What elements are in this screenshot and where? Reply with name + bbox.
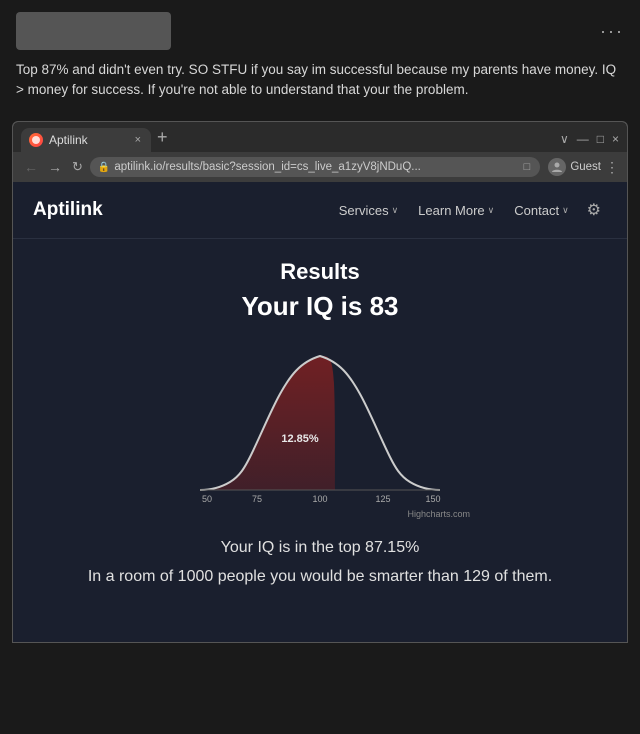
security-lock-icon: 🔒: [98, 162, 110, 173]
website-content: Aptilink Services ∨ Learn More ∨ Contact…: [13, 182, 627, 642]
tab-close-icon[interactable]: ×: [135, 134, 141, 146]
guest-label: Guest: [570, 161, 601, 173]
window-minimize-icon2[interactable]: —: [577, 132, 589, 146]
address-bar-row: ← → ↻ 🔒 aptilink.io/results/basic?sessio…: [13, 152, 627, 182]
bookmark-icon[interactable]: □: [524, 161, 531, 173]
tab-label: Aptilink: [49, 133, 129, 147]
site-navigation: Aptilink Services ∨ Learn More ∨ Contact…: [13, 182, 627, 239]
tab-bar: Aptilink × + ∨ — □ ×: [13, 122, 627, 152]
svg-text:100: 100: [312, 494, 327, 502]
window-restore-icon[interactable]: □: [597, 132, 604, 146]
svg-text:75: 75: [252, 494, 262, 502]
social-post: ··· Top 87% and didn't even try. SO STFU…: [0, 0, 640, 121]
forward-button[interactable]: →: [45, 157, 65, 177]
bell-curve-chart: 50 75 100 125 150 12.85% Highcharts.com: [170, 342, 470, 519]
contact-chevron-icon: ∨: [562, 205, 569, 216]
browser-chrome: Aptilink × + ∨ — □ × ← → ↻ 🔒 aptilink.io…: [13, 122, 627, 182]
avatar: [16, 12, 171, 50]
tab-favicon: [29, 133, 43, 147]
nav-services[interactable]: Services ∨: [331, 199, 406, 222]
results-title: Results: [33, 259, 607, 285]
results-top-percent: Your IQ is in the top 87.15%: [33, 539, 607, 557]
more-options-icon[interactable]: ···: [600, 21, 624, 42]
svg-text:150: 150: [425, 494, 440, 502]
address-bar[interactable]: 🔒 aptilink.io/results/basic?session_id=c…: [90, 157, 540, 177]
chart-svg: 50 75 100 125 150 12.85%: [170, 342, 470, 502]
post-header: ···: [16, 12, 624, 50]
nav-services-label: Services: [339, 203, 389, 218]
nav-contact-label: Contact: [514, 203, 559, 218]
nav-contact[interactable]: Contact ∨: [506, 199, 576, 222]
new-tab-button[interactable]: +: [153, 128, 174, 152]
learn-more-chevron-icon: ∨: [488, 205, 495, 216]
nav-learn-more[interactable]: Learn More ∨: [410, 199, 502, 222]
url-text: aptilink.io/results/basic?session_id=cs_…: [114, 161, 519, 173]
svg-text:12.85%: 12.85%: [281, 433, 319, 445]
post-text: Top 87% and didn't even try. SO STFU if …: [16, 60, 624, 99]
window-minimize-icon[interactable]: ∨: [560, 132, 569, 146]
results-section: Results Your IQ is 83: [13, 239, 627, 619]
svg-text:50: 50: [202, 494, 212, 502]
iq-headline: Your IQ is 83: [33, 291, 607, 322]
nav-items: Services ∨ Learn More ∨ Contact ∨ ⚙: [331, 196, 607, 224]
site-logo: Aptilink: [33, 199, 103, 221]
browser-menu-icon[interactable]: ⋮: [605, 159, 619, 176]
window-close-icon[interactable]: ×: [612, 132, 619, 146]
chart-credit: Highcharts.com: [170, 509, 470, 519]
browser-window: Aptilink × + ∨ — □ × ← → ↻ 🔒 aptilink.io…: [12, 121, 628, 643]
services-chevron-icon: ∨: [392, 205, 399, 216]
settings-gear-icon[interactable]: ⚙: [581, 196, 607, 224]
svg-text:125: 125: [375, 494, 390, 502]
browser-tab[interactable]: Aptilink ×: [21, 128, 151, 152]
window-controls: ∨ — □ ×: [560, 132, 619, 152]
results-room-text: In a room of 1000 people you would be sm…: [33, 565, 607, 589]
guest-area: Guest: [548, 158, 601, 176]
nav-learn-more-label: Learn More: [418, 203, 484, 218]
guest-avatar-icon: [548, 158, 566, 176]
back-button[interactable]: ←: [21, 157, 41, 177]
refresh-button[interactable]: ↻: [69, 157, 86, 177]
